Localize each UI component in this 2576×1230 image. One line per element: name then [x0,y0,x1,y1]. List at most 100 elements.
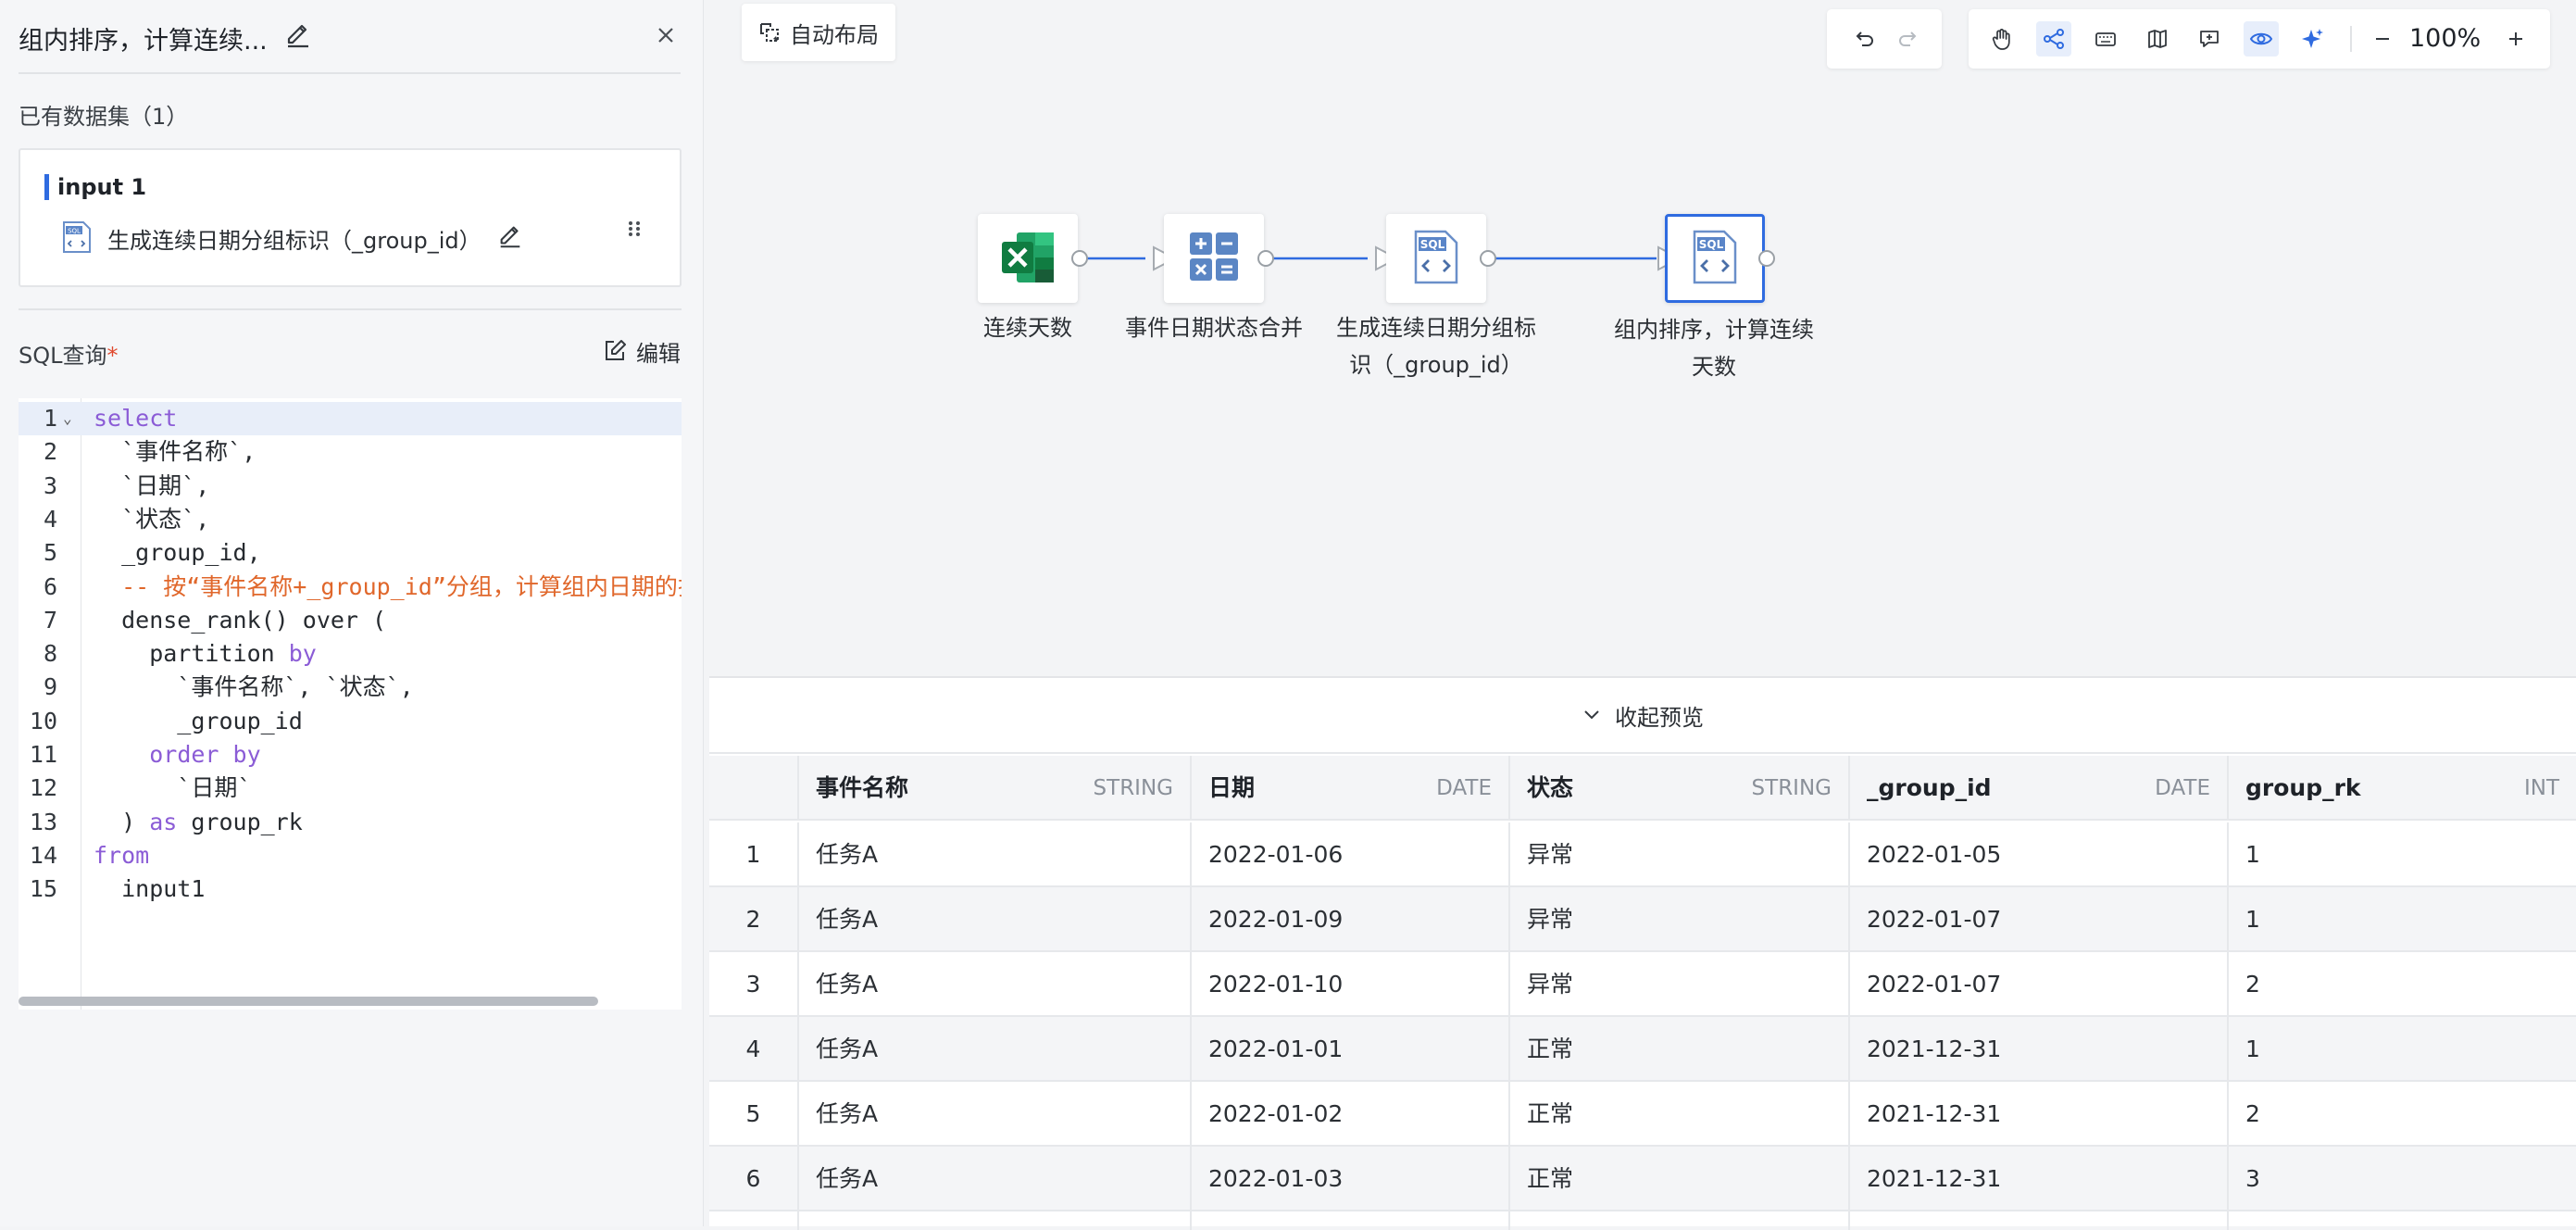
table-cell: 2022-01-09 [1192,887,1510,952]
code-line[interactable]: 4 `状态`, [19,503,682,536]
table-row[interactable]: 2 任务A 2022-01-09 异常 2022-01-07 1 [709,887,2576,952]
rename-pencil-icon[interactable] [283,20,313,50]
sql-keyword: as [149,808,178,835]
column-header[interactable]: 日期 DATE [1192,756,1510,821]
table-cell: 2021-12-31 [1850,1017,2229,1082]
accent-bar [44,174,49,200]
code-line[interactable]: 5 _group_id, [19,536,682,570]
code-text: dense_rank() over ( [94,604,386,637]
table-row[interactable]: 6 任务A 2022-01-03 正常 2021-12-31 3 [709,1147,2576,1211]
flow-node-sql-rank-selected[interactable]: SQL [1665,214,1765,303]
dataset-alias: input 1 [57,174,147,200]
line-number: 12 [29,774,57,802]
code-line[interactable]: 6 -- 按“事件名称+_group_id”分组，计算组内日期的排名 [19,571,682,604]
table-row[interactable]: 3 任务A 2022-01-10 异常 2022-01-07 2 [709,952,2576,1017]
node-output-port[interactable] [1257,250,1274,267]
sql-token: `事件名称`, [94,438,256,466]
code-line[interactable]: 8 partition by [19,637,682,671]
sql-code-editor[interactable]: 1 ⌄ select 2 `事件名称`, 3 `日期`, 4 `状态`, 5 _group_… [19,398,682,1010]
column-header[interactable]: _group_id DATE [1850,756,2229,821]
code-text: `日期` [94,772,251,805]
table-row-partial [709,1211,2576,1230]
code-line[interactable]: 3 `日期`, [19,470,682,503]
flow-node-excel[interactable] [978,214,1078,303]
column-type: DATE [2155,776,2210,800]
code-line[interactable]: 10 _group_id [19,705,682,738]
column-header[interactable]: 事件名称 STRING [799,756,1192,821]
code-line[interactable]: 12 `日期` [19,772,682,805]
table-cell: 正常 [1510,1147,1850,1211]
dataset-source-name: 生成连续日期分组标识（_group_id） [107,228,481,254]
code-line[interactable]: 11 order by [19,738,682,772]
code-text: input1 [94,872,205,906]
node-output-port[interactable] [1480,250,1496,267]
code-text: -- 按“事件名称+_group_id”分组，计算组内日期的排名 [94,571,682,604]
drag-handle-icon[interactable] [626,217,643,241]
code-line[interactable]: 15 input1 [19,872,682,906]
column-type: STRING [1751,776,1832,800]
flow-node-sql-group-id[interactable]: SQL [1386,214,1486,303]
table-cell: 2022-01-05 [1850,822,2229,887]
node-output-port[interactable] [1758,250,1775,267]
edit-icon [606,340,626,360]
flow-canvas[interactable]: 自动布局 100% 连续天数 事件日期状态合并 SQL 生成连续日期分组标 识（… [705,0,2576,676]
close-icon[interactable] [651,20,681,50]
table-cell: 任务A [799,887,1192,952]
code-text: from [94,839,149,872]
line-number: 2 [43,438,57,466]
code-text: select [94,402,177,435]
fold-chevron-icon[interactable]: ⌄ [63,402,72,435]
table-cell: 2021-12-31 [1850,1082,2229,1147]
code-text: partition by [94,637,317,671]
panel-header: 组内排序，计算连续... [19,0,681,74]
table-cell: 2021-12-31 [1850,1147,2229,1211]
node-config-panel: 组内排序，计算连续... 已有数据集（1） input 1 SQL 生成连续日期… [0,0,704,1226]
line-number: 5 [43,539,57,567]
edit-sql-button[interactable]: 编辑 [603,335,681,367]
table-cell: 2022-01-10 [1192,952,1510,1017]
line-number: 9 [43,673,57,701]
sql-token: `事件名称`, `状态`, [94,673,414,701]
table-row[interactable]: 1 任务A 2022-01-06 异常 2022-01-05 1 [709,822,2576,887]
code-line[interactable]: 7 dense_rank() over ( [19,604,682,637]
row-index: 3 [709,952,799,1017]
table-cell: 任务A [799,1147,1192,1211]
table-cell: 正常 [1510,1082,1850,1147]
code-line[interactable]: 9 `事件名称`, `状态`, [19,671,682,704]
horizontal-scrollbar[interactable] [19,997,598,1006]
node-output-port[interactable] [1071,250,1088,267]
sql-file-icon: SQL [1687,229,1743,286]
table-row[interactable]: 5 任务A 2022-01-02 正常 2021-12-31 2 [709,1082,2576,1147]
column-name: group_rk [2245,774,2361,801]
sql-token: `状态`, [94,505,210,533]
collapse-preview-button[interactable]: 收起预览 [709,678,2576,754]
table-cell [709,1211,799,1230]
table-cell: 异常 [1510,822,1850,887]
column-type: DATE [1436,776,1492,800]
collapse-preview-label: 收起预览 [1615,704,1704,731]
code-line[interactable]: 14 from [19,839,682,872]
code-line[interactable]: 2 `事件名称`, [19,435,682,469]
code-text: `事件名称`, [94,435,256,469]
column-name: _group_id [1867,774,1992,801]
code-line[interactable]: 1 ⌄ select [19,402,682,435]
table-cell: 1 [2245,906,2260,933]
dataset-card[interactable]: input 1 SQL 生成连续日期分组标识（_group_id） [19,148,682,287]
chevron-down-icon [1584,710,1599,720]
sql-keyword: order by [149,741,261,768]
sql-comment: -- 按“事件名称+_group_id”分组，计算组内日期的排名 [94,572,682,600]
column-header[interactable]: 状态 STRING [1510,756,1850,821]
sql-token: `日期`, [94,471,210,499]
table-cell: 2022-01-02 [1192,1082,1510,1147]
sql-keyword: select [94,405,178,432]
table-cell: 正常 [1510,1017,1850,1082]
flow-node-calculator[interactable] [1164,214,1264,303]
edit-sql-label: 编辑 [636,340,681,367]
edit-pencil-icon[interactable] [496,222,524,250]
column-header[interactable]: group_rk INT [2229,756,2576,821]
code-line[interactable]: 13 ) as group_rk [19,806,682,839]
sql-file-icon: SQL [61,220,93,254]
table-row[interactable]: 4 任务A 2022-01-01 正常 2021-12-31 1 [709,1017,2576,1082]
svg-text:SQL: SQL [1420,238,1445,251]
